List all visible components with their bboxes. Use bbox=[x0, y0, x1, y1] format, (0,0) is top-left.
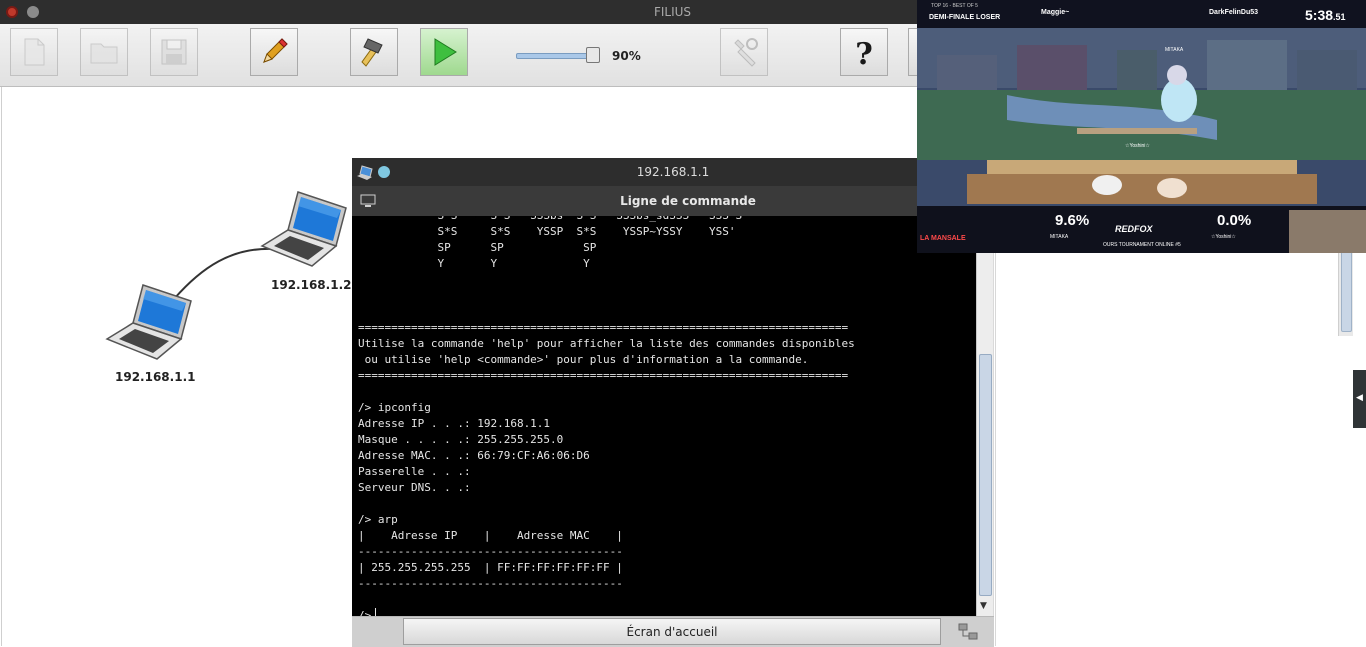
player-right-name: DarkFelinDu53 bbox=[1209, 9, 1259, 16]
floppy-disk-icon bbox=[161, 39, 187, 65]
fighter-left-damage: 9.6% bbox=[1055, 212, 1090, 229]
console-line: Serveur DNS. . .: bbox=[358, 481, 471, 494]
console-line: ---------------------------------------- bbox=[358, 545, 623, 558]
hammer-icon bbox=[361, 38, 383, 67]
console-line: Masque . . . . .: 255.255.255.0 bbox=[358, 433, 564, 446]
player-left-name: Maggie~ bbox=[1041, 9, 1070, 16]
documentation-button[interactable] bbox=[720, 28, 768, 76]
open-button[interactable] bbox=[80, 28, 128, 76]
text-caret bbox=[375, 608, 377, 616]
console-output: S*S S*S SSSbs S*S SSSbs_sdSSS SSS*S S*S … bbox=[352, 216, 855, 616]
terminal-title-bar[interactable]: 192.168.1.1 bbox=[352, 158, 994, 186]
console-line: ---------------------------------------- bbox=[358, 577, 623, 590]
console-line: | Adresse IP | Adresse MAC | bbox=[358, 529, 623, 542]
zoom-slider-track bbox=[516, 53, 596, 59]
run-button[interactable] bbox=[420, 28, 468, 76]
console-line: Y Y Y bbox=[358, 257, 590, 270]
match-timer-main: 5:38 bbox=[1305, 7, 1334, 23]
console-line: ou utilise 'help <commande>' pour plus d… bbox=[358, 353, 809, 366]
laptop-icon bbox=[260, 191, 347, 267]
terminal-header-bar: Ligne de commande bbox=[352, 186, 994, 216]
terminal-window-title: 192.168.1.1 bbox=[636, 165, 710, 179]
network-view-icon[interactable] bbox=[958, 623, 978, 641]
collapse-arrow-icon: ◀ bbox=[1356, 393, 1363, 403]
console-line: ========================================… bbox=[358, 321, 849, 334]
scrollbar-thumb[interactable] bbox=[979, 354, 992, 596]
console-lines: S*S S*S SSSbs S*S SSSbs_sdSSS SSS*S S*S … bbox=[358, 216, 855, 590]
console-line: /> arp bbox=[358, 513, 398, 526]
node-label-192-168-1-1: 192.168.1.1 bbox=[115, 370, 196, 384]
stream-video-overlay[interactable]: TOP 16 - BEST OF 5 DEMI-FINALE LOSER Mag… bbox=[917, 0, 1366, 253]
match-timer: 5:38.51 bbox=[1305, 7, 1346, 23]
round-label: TOP 16 - BEST OF 5 bbox=[931, 3, 978, 9]
laptop-node-192-168-1-2[interactable] bbox=[260, 190, 350, 272]
play-icon bbox=[434, 38, 457, 66]
zoom-level-label: 90% bbox=[612, 49, 641, 63]
terminal-window: 192.168.1.1 Ligne de commande S*S S*S SS… bbox=[352, 158, 994, 647]
question-mark-icon: ? bbox=[855, 37, 873, 68]
console-line: Adresse IP . . .: 192.168.1.1 bbox=[358, 417, 551, 430]
scroll-down-arrow-icon[interactable]: ▼ bbox=[980, 601, 987, 611]
zoom-slider[interactable] bbox=[516, 47, 601, 63]
pencil-icon bbox=[263, 38, 288, 63]
stage-nametag: MITAKA bbox=[1165, 47, 1184, 53]
save-button[interactable] bbox=[150, 28, 198, 76]
console-line: Utilise la commande 'help' pour afficher… bbox=[358, 337, 855, 350]
right-empty-panel bbox=[995, 250, 1366, 646]
fighter-right-damage: 0.0% bbox=[1217, 212, 1252, 229]
fighter-left-name: MITAKA bbox=[1050, 234, 1069, 240]
stage-label: DEMI-FINALE LOSER bbox=[929, 14, 1001, 21]
tools-icon bbox=[734, 38, 758, 67]
new-file-icon bbox=[24, 38, 45, 66]
terminal-console[interactable]: S*S S*S SSSbs S*S SSSbs_sdSSS SSS*S S*S … bbox=[352, 216, 976, 616]
help-button[interactable]: ? bbox=[840, 28, 888, 76]
new-button[interactable] bbox=[10, 28, 58, 76]
panel-collapse-handle[interactable]: ◀ bbox=[1353, 370, 1366, 428]
design-mode-button[interactable] bbox=[250, 28, 298, 76]
terminal-scrollbar[interactable]: ▼ bbox=[976, 216, 993, 616]
folder-icon bbox=[90, 43, 118, 64]
webcam-feed bbox=[1289, 210, 1366, 253]
console-prompt: /> bbox=[358, 609, 372, 616]
console-line: Adresse MAC. . .: 66:79:CF:A6:06:D6 bbox=[358, 449, 590, 462]
terminal-footer: Écran d'accueil bbox=[352, 616, 994, 647]
match-timer-centis: .51 bbox=[1333, 12, 1346, 22]
sponsor-logo: REDFOX bbox=[1115, 224, 1153, 234]
console-line: Passerelle . . .: bbox=[358, 465, 471, 478]
zoom-slider-thumb[interactable] bbox=[586, 47, 600, 63]
laptop-node-192-168-1-1[interactable] bbox=[105, 283, 195, 365]
console-line: S*S S*S SSSbs S*S SSSbs_sdSSS SSS*S bbox=[358, 216, 742, 222]
svg-text:?: ? bbox=[855, 37, 873, 68]
stream-scoreboard: TOP 16 - BEST OF 5 DEMI-FINALE LOSER Mag… bbox=[917, 0, 1366, 28]
left-brand-label: LA MANSALE bbox=[920, 235, 966, 242]
console-line: S*S S*S YSSP S*S YSSP~YSSY YSS' bbox=[358, 225, 736, 238]
home-screen-button-label: Écran d'accueil bbox=[626, 625, 718, 639]
stream-bottom-bar: LA MANSALE 9.6% MITAKA REDFOX OURS TOURN… bbox=[917, 206, 1366, 253]
tournament-name: OURS TOURNAMENT ONLINE #5 bbox=[1103, 242, 1181, 248]
console-line: SP SP SP bbox=[358, 241, 597, 254]
node-label-192-168-1-2: 192.168.1.2 bbox=[271, 278, 352, 292]
console-line: /> ipconfig bbox=[358, 401, 431, 414]
console-line: | 255.255.255.255 | FF:FF:FF:FF:FF:FF | bbox=[358, 561, 623, 574]
home-screen-button[interactable]: Écran d'accueil bbox=[403, 618, 941, 645]
hammer-button[interactable] bbox=[350, 28, 398, 76]
console-line: ========================================… bbox=[358, 369, 849, 382]
player-nametag: ☆Yoshini☆ bbox=[1125, 143, 1150, 149]
fighter-right-name: ☆Yoshini☆ bbox=[1211, 234, 1236, 240]
laptop-icon bbox=[105, 284, 192, 360]
